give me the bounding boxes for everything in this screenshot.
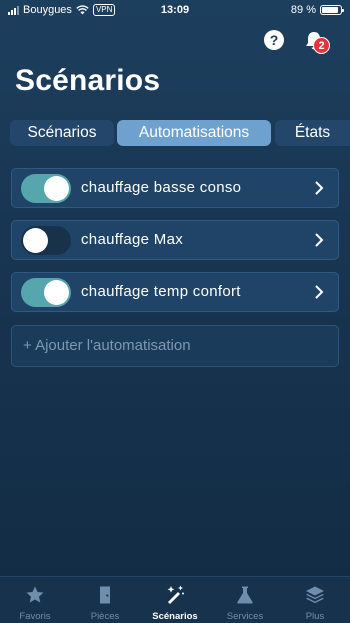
nav-label: Plus bbox=[305, 611, 325, 622]
chevron-right-icon bbox=[315, 181, 324, 195]
automation-row[interactable]: chauffage basse conso bbox=[11, 168, 339, 208]
status-bar: Bouygues VPN 13:09 89 % bbox=[0, 0, 350, 20]
page-title: Scénarios bbox=[15, 64, 161, 97]
nav-item-pieces[interactable]: Pièces bbox=[70, 577, 140, 623]
nav-label: Scénarios bbox=[152, 611, 198, 622]
automation-label: chauffage basse conso bbox=[81, 179, 242, 196]
door-icon bbox=[100, 586, 110, 604]
star-icon bbox=[26, 586, 44, 603]
automation-toggle[interactable] bbox=[21, 226, 71, 255]
nav-label: Favoris bbox=[19, 611, 51, 622]
tab-automatisations[interactable]: Automatisations bbox=[117, 120, 271, 146]
battery-fill bbox=[322, 7, 339, 13]
nav-item-plus[interactable]: Plus bbox=[280, 577, 350, 623]
status-right: 89 % bbox=[290, 4, 344, 16]
segmented-tabs: Scénarios Automatisations États bbox=[10, 120, 350, 146]
automation-row[interactable]: chauffage Max bbox=[11, 220, 339, 260]
automation-label: chauffage Max bbox=[81, 231, 184, 248]
chevron-right-icon bbox=[315, 233, 324, 247]
toggle-knob bbox=[23, 228, 48, 253]
nav-label: Services bbox=[226, 611, 264, 622]
tab-scenarios[interactable]: Scénarios bbox=[10, 120, 114, 146]
battery-percent: 89 % bbox=[290, 4, 316, 16]
notifications-button[interactable]: 2 bbox=[300, 28, 330, 56]
layers-icon bbox=[306, 586, 324, 604]
nav-label: Pièces bbox=[90, 611, 120, 622]
automation-row[interactable]: chauffage temp confort bbox=[11, 272, 339, 312]
nav-item-services[interactable]: Services bbox=[210, 577, 280, 623]
battery-icon bbox=[320, 5, 344, 15]
chevron-right-icon bbox=[315, 285, 324, 299]
toggle-knob bbox=[44, 280, 69, 305]
add-automation-button[interactable]: + Ajouter l'automatisation bbox=[11, 325, 339, 367]
notification-badge: 2 bbox=[313, 37, 330, 54]
automation-toggle[interactable] bbox=[21, 278, 71, 307]
flask-icon bbox=[237, 586, 253, 604]
tab-etats[interactable]: États bbox=[275, 120, 350, 146]
magic-wand-icon bbox=[167, 585, 184, 604]
nav-item-scenarios[interactable]: Scénarios bbox=[140, 577, 210, 623]
add-automation-label: + Ajouter l'automatisation bbox=[23, 337, 191, 354]
bottom-nav: Favoris Pièces Scénarios Services Plus bbox=[0, 576, 350, 623]
automation-label: chauffage temp confort bbox=[81, 283, 241, 300]
help-button[interactable]: ? bbox=[264, 30, 284, 50]
toggle-knob bbox=[44, 176, 69, 201]
nav-item-favoris[interactable]: Favoris bbox=[0, 577, 70, 623]
automation-toggle[interactable] bbox=[21, 174, 71, 203]
